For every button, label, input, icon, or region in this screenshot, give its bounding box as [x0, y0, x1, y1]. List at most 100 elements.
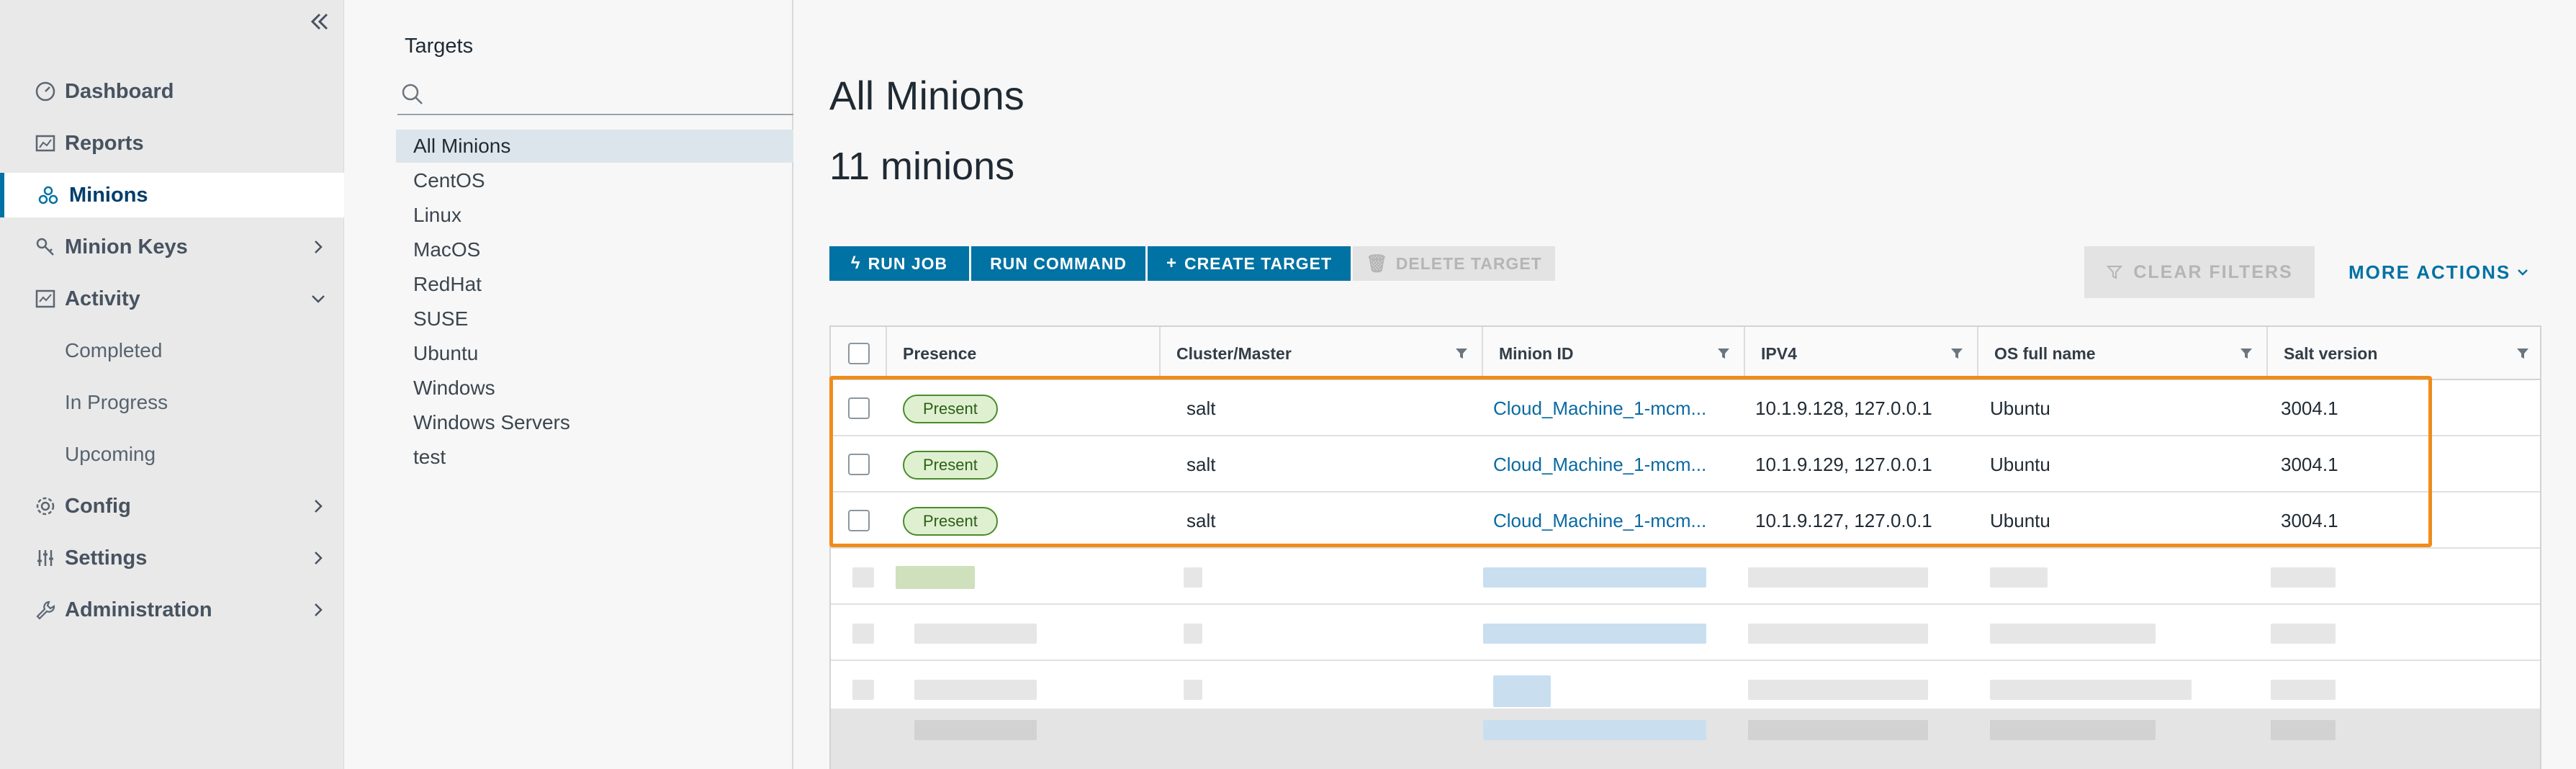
- cluster-cell: salt: [1186, 397, 1216, 419]
- target-item[interactable]: CentOS: [396, 164, 793, 197]
- filter-icon[interactable]: [1950, 346, 1964, 361]
- column-label: IPV4: [1761, 343, 1797, 363]
- run-command-button[interactable]: RUN COMMAND: [971, 246, 1145, 281]
- nav-sub-in-progress[interactable]: In Progress: [65, 391, 168, 414]
- chevron-right-icon: [315, 552, 323, 565]
- nav-item-activity[interactable]: Activity: [0, 276, 344, 321]
- dashboard-icon: [35, 81, 55, 102]
- nav-item-minions[interactable]: Minions: [0, 173, 344, 217]
- status-badge: Present: [903, 395, 998, 423]
- os-cell: Ubuntu: [1990, 453, 2050, 475]
- activity-icon: [35, 289, 55, 308]
- nav-label: Dashboard: [65, 79, 174, 103]
- table-header: Presence Cluster/Master Minion ID IPV4 O…: [831, 327, 2540, 380]
- row-checkbox[interactable]: [848, 397, 870, 419]
- run-job-label: RUN JOB: [868, 253, 948, 273]
- nav-label: Activity: [65, 287, 140, 310]
- column-header-cluster[interactable]: Cluster/Master: [1159, 327, 1482, 380]
- minion-id-link[interactable]: Cloud_Machine_1-mcm...: [1493, 380, 1725, 436]
- run-job-button[interactable]: ϟ RUN JOB: [829, 246, 969, 281]
- nav-sub-completed[interactable]: Completed: [65, 339, 162, 362]
- salt-version-cell: 3004.1: [2281, 397, 2338, 419]
- chevron-down-icon: [312, 295, 325, 303]
- column-label: Presence: [903, 343, 977, 363]
- cluster-cell: salt: [1186, 509, 1216, 531]
- filter-icon[interactable]: [2516, 346, 2530, 361]
- row-checkbox[interactable]: [848, 454, 870, 475]
- chevron-right-icon: [315, 603, 323, 616]
- row-checkbox[interactable]: [848, 510, 870, 531]
- create-target-button[interactable]: + CREATE TARGET: [1148, 246, 1351, 281]
- target-item[interactable]: MacOS: [396, 233, 793, 266]
- nav-label: Reports: [65, 131, 144, 155]
- column-header-minion-id[interactable]: Minion ID: [1482, 327, 1744, 380]
- trash-icon: 🗑: [1366, 253, 1389, 274]
- column-header-os[interactable]: OS full name: [1977, 327, 2266, 380]
- column-label: Salt version: [2284, 343, 2378, 363]
- column-label: Cluster/Master: [1176, 343, 1292, 363]
- nav-label: Minions: [69, 183, 148, 207]
- target-item[interactable]: Windows Servers: [396, 406, 793, 439]
- blurred-row: [831, 605, 2540, 661]
- chevron-right-icon: [315, 240, 323, 253]
- table-row[interactable]: Present salt Cloud_Machine_1-mcm... 10.1…: [831, 493, 2540, 549]
- table-row[interactable]: Present salt Cloud_Machine_1-mcm... 10.1…: [831, 380, 2540, 436]
- minions-icon: [38, 186, 58, 204]
- create-target-label: CREATE TARGET: [1184, 253, 1333, 273]
- sliders-icon: [37, 550, 53, 566]
- clear-filters-button[interactable]: CLEAR FILTERS: [2084, 246, 2315, 298]
- filter-icon[interactable]: [1454, 346, 1469, 361]
- status-badge: Present: [903, 507, 998, 536]
- table-row[interactable]: Present salt Cloud_Machine_1-mcm... 10.1…: [831, 436, 2540, 493]
- more-actions-label: MORE ACTIONS: [2348, 261, 2511, 283]
- filter-icon[interactable]: [1716, 346, 1731, 361]
- ipv4-cell: 10.1.9.127, 127.0.0.1: [1755, 509, 1932, 531]
- ipv4-cell: 10.1.9.128, 127.0.0.1: [1755, 397, 1932, 419]
- nav-label: Administration: [65, 598, 212, 621]
- select-all-checkbox[interactable]: [848, 343, 870, 364]
- nav-item-settings[interactable]: Settings: [0, 536, 344, 580]
- ipv4-cell: 10.1.9.129, 127.0.0.1: [1755, 453, 1932, 475]
- side-nav: Dashboard Reports Minions Minion Keys Ac…: [0, 0, 344, 769]
- minion-id-link[interactable]: Cloud_Machine_1-mcm...: [1493, 493, 1725, 549]
- target-item[interactable]: All Minions: [396, 130, 793, 163]
- targets-title: Targets: [405, 35, 474, 58]
- column-header-presence[interactable]: Presence: [886, 327, 1159, 380]
- nav-item-dashboard[interactable]: Dashboard: [0, 69, 344, 114]
- nav-item-minion-keys[interactable]: Minion Keys: [0, 225, 344, 269]
- bolt-icon: ϟ: [850, 253, 861, 273]
- clear-filters-label: CLEAR FILTERS: [2133, 261, 2293, 282]
- page-title: All Minions: [829, 73, 1024, 118]
- column-label: OS full name: [1994, 343, 2096, 363]
- target-item[interactable]: Linux: [396, 199, 793, 232]
- column-label: Minion ID: [1499, 343, 1574, 363]
- nav-item-administration[interactable]: Administration: [0, 588, 344, 632]
- target-item[interactable]: RedHat: [396, 268, 793, 301]
- target-item[interactable]: test: [396, 441, 793, 474]
- chevron-right-icon: [315, 500, 323, 513]
- os-cell: Ubuntu: [1990, 397, 2050, 419]
- nav-item-reports[interactable]: Reports: [0, 121, 344, 166]
- target-item[interactable]: Ubuntu: [396, 337, 793, 370]
- salt-version-cell: 3004.1: [2281, 509, 2338, 531]
- column-header-salt-version[interactable]: Salt version: [2266, 327, 2540, 380]
- main-content: All Minions 11 minions ϟ RUN JOB RUN COMM…: [793, 0, 2576, 769]
- targets-search-input[interactable]: [397, 78, 793, 115]
- target-item[interactable]: SUSE: [396, 302, 793, 336]
- column-header-ipv4[interactable]: IPV4: [1744, 327, 1977, 380]
- target-item[interactable]: Windows: [396, 372, 793, 405]
- delete-target-button[interactable]: 🗑 DELETE TARGET: [1353, 246, 1555, 281]
- nav-label: Config: [65, 494, 131, 518]
- nav-item-config[interactable]: Config: [0, 484, 344, 529]
- minion-id-link[interactable]: Cloud_Machine_1-mcm...: [1493, 436, 1725, 493]
- nav-sub-upcoming[interactable]: Upcoming: [65, 443, 156, 466]
- filter-icon: [2107, 266, 2123, 279]
- nav-label: Settings: [65, 546, 148, 570]
- chevron-down-icon: [2518, 269, 2528, 276]
- table-footer: [831, 709, 2540, 769]
- collapse-nav-icon[interactable]: [305, 7, 334, 36]
- filter-icon[interactable]: [2239, 346, 2253, 361]
- nav-label: Minion Keys: [65, 235, 188, 258]
- more-actions-button[interactable]: MORE ACTIONS: [2348, 246, 2543, 298]
- minions-table: Presence Cluster/Master Minion ID IPV4 O…: [829, 325, 2541, 769]
